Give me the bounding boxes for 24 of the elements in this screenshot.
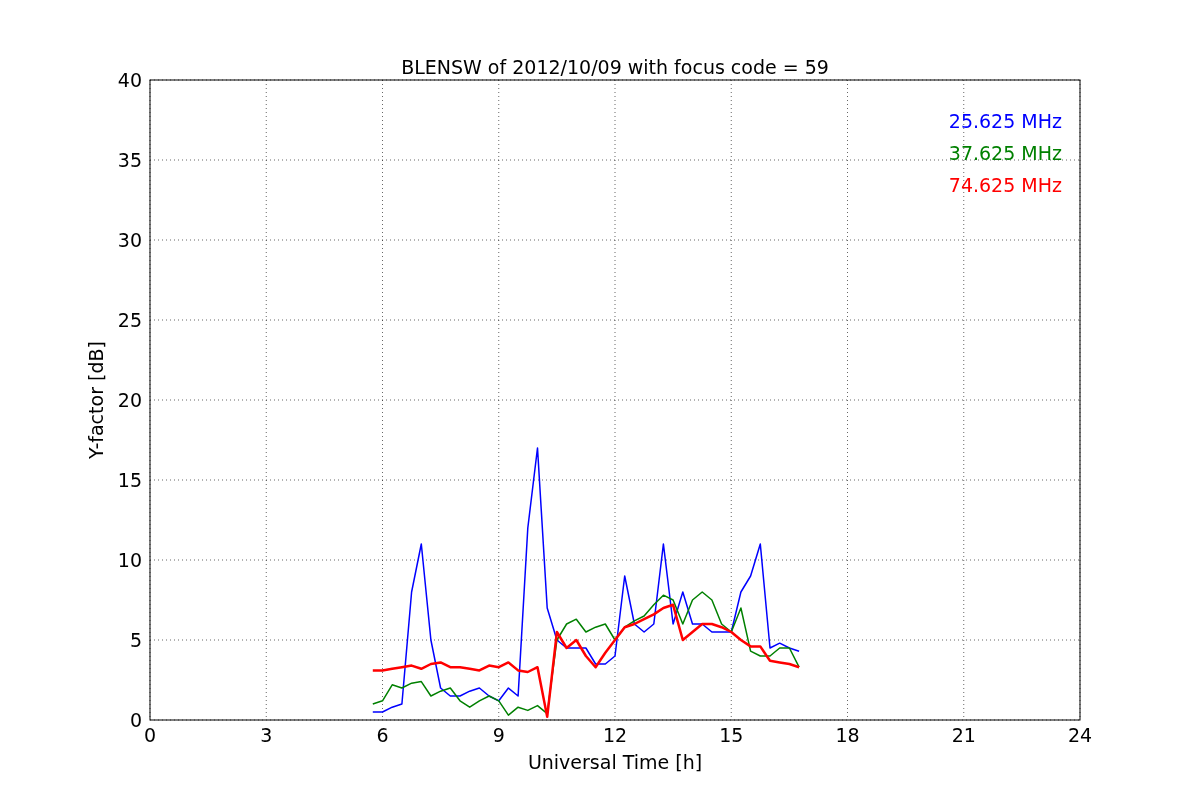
x-tick-label: 0 (143, 724, 157, 746)
y-tick-label: 40 (117, 69, 142, 91)
y-axis-label: Y-factor [dB] (85, 341, 107, 459)
x-tick-label: 24 (1067, 724, 1093, 746)
chart-title: BLENSW of 2012/10/09 with focus code = 59 (401, 56, 829, 78)
y-tick-label: 0 (129, 709, 142, 731)
x-tick-label: 9 (492, 724, 505, 746)
x-axis-label: Universal Time [h] (527, 751, 703, 773)
x-tick-label: 3 (260, 724, 273, 746)
x-tick-label: 18 (835, 724, 860, 746)
y-tick-label: 20 (117, 389, 142, 411)
y-tick-label: 10 (117, 549, 142, 571)
legend-label: 74.625 MHz (948, 174, 1062, 196)
y-tick-label: 15 (117, 469, 142, 491)
legend-label: 37.625 MHz (948, 142, 1062, 164)
x-tick-label: 15 (719, 724, 744, 746)
y-tick-label: 30 (117, 229, 142, 251)
y-tick-label: 35 (117, 149, 142, 171)
y-tick-label: 25 (117, 309, 142, 331)
x-tick-label: 21 (951, 724, 976, 746)
x-tick-label: 6 (376, 724, 389, 746)
y-tick-label: 5 (129, 629, 142, 651)
legend-label: 25.625 MHz (948, 110, 1062, 132)
x-tick-label: 12 (602, 724, 628, 746)
